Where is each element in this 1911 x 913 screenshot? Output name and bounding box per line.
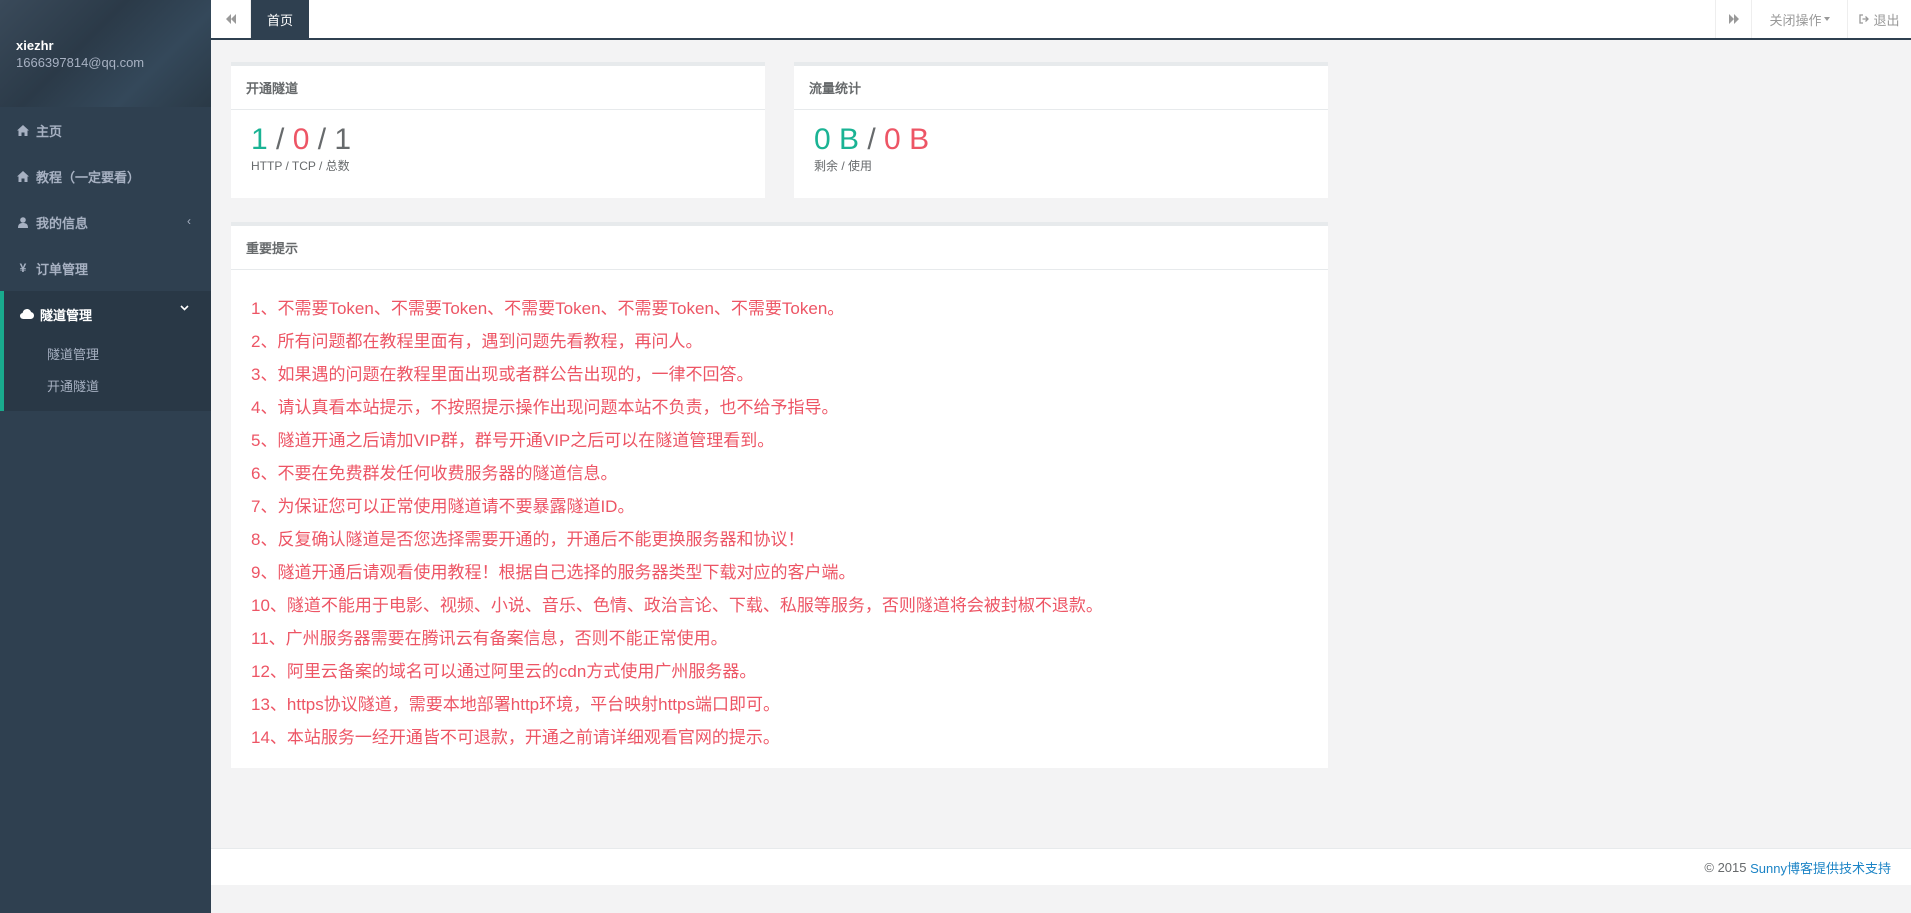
sidebar-subitem-tunnel-management[interactable]: 隧道管理 — [4, 337, 211, 369]
user-icon — [16, 216, 30, 228]
notice-item: 14、本站服务一经开通皆不可退款，开通之前请详细观看官网的提示。 — [251, 728, 780, 747]
important-notice-title: 重要提示 — [231, 226, 1328, 270]
traffic-stats-card: 流量统计 0 B / 0 B 剩余 / 使用 — [794, 62, 1328, 198]
close-operations-dropdown[interactable]: 关闭操作 — [1751, 0, 1847, 38]
profile-header: xiezhr 1666397814@qq.com — [0, 0, 211, 107]
notice-item: 11、广州服务器需要在腾讯云有备案信息，否则不能正常使用。 — [251, 629, 728, 648]
tunnel-stats-values: 1 / 0 / 1 — [251, 123, 352, 156]
traffic-stats-title: 流量统计 — [794, 66, 1328, 110]
sidebar-item-orders[interactable]: ¥ 订单管理 — [0, 245, 211, 291]
sidebar-item-tunnel-management[interactable]: 隧道管理 — [4, 291, 211, 337]
footer-support-link[interactable]: Sunny博客提供技术支持 — [1750, 858, 1891, 877]
traffic-stats-caption: 剩余 / 使用 — [814, 159, 873, 173]
notice-item: 8、反复确认隧道是否您选择需要开通的，开通后不能更换服务器和协议！ — [251, 530, 805, 549]
sidebar-item-label: 教程（一定要看） — [36, 169, 141, 185]
traffic-remaining: 0 B — [814, 123, 860, 156]
notice-item: 5、隧道开通之后请加VIP群，群号开通VIP之后可以在隧道管理看到。 — [251, 431, 775, 450]
sidebar-item-label: 我的信息 — [36, 215, 89, 231]
double-chevron-right-icon — [1728, 14, 1740, 24]
notice-list: 1、不需要Token、不需要Token、不需要Token、不需要Token、不需… — [231, 270, 1328, 754]
page-footer: © 2015 Sunny博客提供技术支持 — [211, 848, 1911, 885]
home-icon — [16, 170, 30, 182]
notice-item: 3、如果遇的问题在教程里面出现或者群公告出现的，一律不回答。 — [251, 365, 754, 384]
notice-item: 6、不要在免费群发任何收费服务器的隧道信息。 — [251, 464, 618, 483]
notice-item: 1、不需要Token、不需要Token、不需要Token、不需要Token、不需… — [251, 299, 845, 318]
chevron-down-icon — [180, 305, 189, 311]
scroll-tabs-right-button[interactable] — [1715, 0, 1751, 38]
traffic-stats-values: 0 B / 0 B — [814, 123, 930, 156]
notice-item: 2、所有问题都在教程里面有，遇到问题先看教程，再问人。 — [251, 332, 703, 351]
notice-item: 4、请认真看本站提示，不按照提示操作出现问题本站不负责，也不给予指导。 — [251, 398, 839, 417]
caret-down-icon — [1823, 17, 1830, 21]
sidebar-item-label: 隧道管理 — [40, 307, 93, 323]
total-count: 1 — [334, 123, 352, 156]
footer-copyright: © 2015 — [1704, 859, 1751, 875]
tunnel-stats-card: 开通隧道 1 / 0 / 1 HTTP / TCP / 总数 — [231, 62, 765, 198]
home-icon — [16, 124, 30, 136]
tcp-count: 0 — [292, 123, 310, 156]
notice-item: 13、https协议隧道，需要本地部署http环境，平台映射https端口即可。 — [251, 695, 780, 714]
tunnel-stats-caption: HTTP / TCP / 总数 — [251, 159, 350, 173]
tab-home[interactable]: 首页 — [251, 0, 310, 38]
notice-item: 9、隧道开通后请观看使用教程！根据自己选择的服务器类型下载对应的客户端。 — [251, 563, 856, 582]
main-content: 开通隧道 1 / 0 / 1 HTTP / TCP / 总数 流量统计 0 B … — [211, 40, 1911, 848]
important-notice-card: 重要提示 1、不需要Token、不需要Token、不需要Token、不需要Tok… — [231, 222, 1328, 768]
scroll-tabs-left-button[interactable] — [211, 0, 251, 38]
sidebar-group-tunnels: 隧道管理 隧道管理 开通隧道 — [0, 291, 211, 411]
sidebar-item-tutorial[interactable]: 教程（一定要看） — [0, 153, 211, 199]
notice-item: 12、阿里云备案的域名可以通过阿里云的cdn方式使用广州服务器。 — [251, 662, 757, 681]
sidebar-item-label: 主页 — [36, 123, 63, 139]
top-tab-bar: 首页 关闭操作 退出 — [211, 0, 1911, 40]
sidebar: xiezhr 1666397814@qq.com 主页 教程（一定要看） 我的信… — [0, 0, 211, 913]
logout-button[interactable]: 退出 — [1847, 0, 1911, 38]
profile-email: 1666397814@qq.com — [16, 55, 145, 70]
cloud-icon — [20, 309, 34, 319]
sidebar-item-my-info[interactable]: 我的信息 ‹ — [0, 199, 211, 245]
sign-out-icon — [1859, 14, 1870, 24]
notice-item: 10、隧道不能用于电影、视频、小说、音乐、色情、政治言论、下载、私服等服务，否则… — [251, 596, 1103, 615]
traffic-used: 0 B — [884, 123, 930, 156]
sidebar-item-label: 订单管理 — [36, 261, 89, 277]
yen-icon: ¥ — [19, 261, 27, 275]
profile-username[interactable]: xiezhr — [16, 38, 195, 54]
notice-item: 7、为保证您可以正常使用隧道请不要暴露隧道ID。 — [251, 497, 635, 516]
sidebar-item-home[interactable]: 主页 — [0, 107, 211, 153]
close-operations-label: 关闭操作 — [1769, 12, 1822, 28]
http-count: 1 — [251, 123, 268, 156]
sidebar-subitem-open-tunnel[interactable]: 开通隧道 — [4, 369, 211, 401]
double-chevron-left-icon — [225, 14, 237, 24]
chevron-left-icon: ‹ — [187, 214, 191, 228]
logout-label: 退出 — [1873, 12, 1900, 28]
tunnel-stats-title: 开通隧道 — [231, 66, 765, 110]
